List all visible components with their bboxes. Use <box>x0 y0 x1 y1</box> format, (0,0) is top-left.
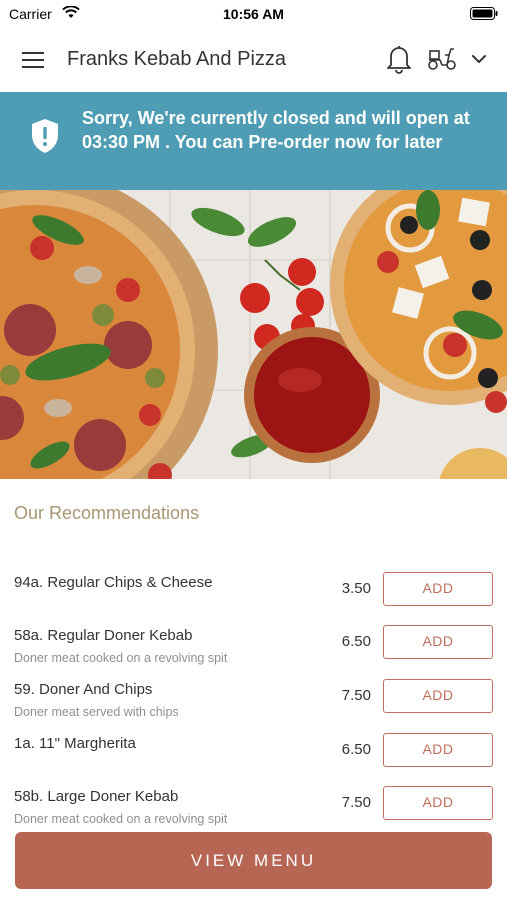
closed-notice-text: Sorry, We're currently closed and will o… <box>82 108 470 152</box>
hamburger-menu-icon[interactable] <box>22 50 46 70</box>
list-item: 58a. Regular Doner Kebab Doner meat cook… <box>0 619 507 671</box>
view-menu-button[interactable]: VIEW MENU <box>15 832 492 889</box>
item-price: 7.50 <box>341 794 371 811</box>
item-name: 94a. Regular Chips & Cheese <box>14 574 213 591</box>
add-button[interactable]: ADD <box>383 733 493 767</box>
battery-icon <box>470 7 498 23</box>
item-name: 59. Doner And Chips <box>14 681 153 698</box>
add-button[interactable]: ADD <box>383 679 493 713</box>
item-name: 1a. 11" Margherita <box>14 735 136 752</box>
status-bar: Carrier 10:56 AM <box>0 0 507 28</box>
hero-pizza-image <box>0 190 507 479</box>
restaurant-title: Franks Kebab And Pizza <box>67 48 287 70</box>
item-price: 6.50 <box>341 633 371 650</box>
bell-icon[interactable] <box>386 44 412 74</box>
add-button[interactable]: ADD <box>383 786 493 820</box>
item-description: Doner meat cooked on a revolving spit <box>14 651 228 665</box>
item-name: 58a. Regular Doner Kebab <box>14 627 193 644</box>
item-price: 3.50 <box>341 580 371 597</box>
item-price: 6.50 <box>341 741 371 758</box>
list-item: 58b. Large Doner Kebab Doner meat cooked… <box>0 780 507 832</box>
add-button[interactable]: ADD <box>383 572 493 606</box>
closed-notice-banner: Sorry, We're currently closed and will o… <box>0 92 507 190</box>
item-description: Doner meat cooked on a revolving spit <box>14 812 228 826</box>
item-description: Doner meat served with chips <box>14 705 179 719</box>
clock: 10:56 AM <box>223 6 284 22</box>
top-nav-bar: Franks Kebab And Pizza <box>0 28 507 92</box>
delivery-scooter-icon[interactable] <box>426 46 458 72</box>
list-item: 94a. Regular Chips & Cheese 3.50 ADD <box>0 566 507 618</box>
add-button[interactable]: ADD <box>383 625 493 659</box>
shield-alert-icon <box>30 118 60 154</box>
chevron-down-icon[interactable] <box>470 50 488 68</box>
item-price: 7.50 <box>341 687 371 704</box>
recommendations-heading: Our Recommendations <box>14 503 200 523</box>
item-name: 58b. Large Doner Kebab <box>14 788 179 805</box>
list-item: 1a. 11" Margherita 6.50 ADD <box>0 727 507 779</box>
list-item: 59. Doner And Chips Doner meat served wi… <box>0 673 507 725</box>
